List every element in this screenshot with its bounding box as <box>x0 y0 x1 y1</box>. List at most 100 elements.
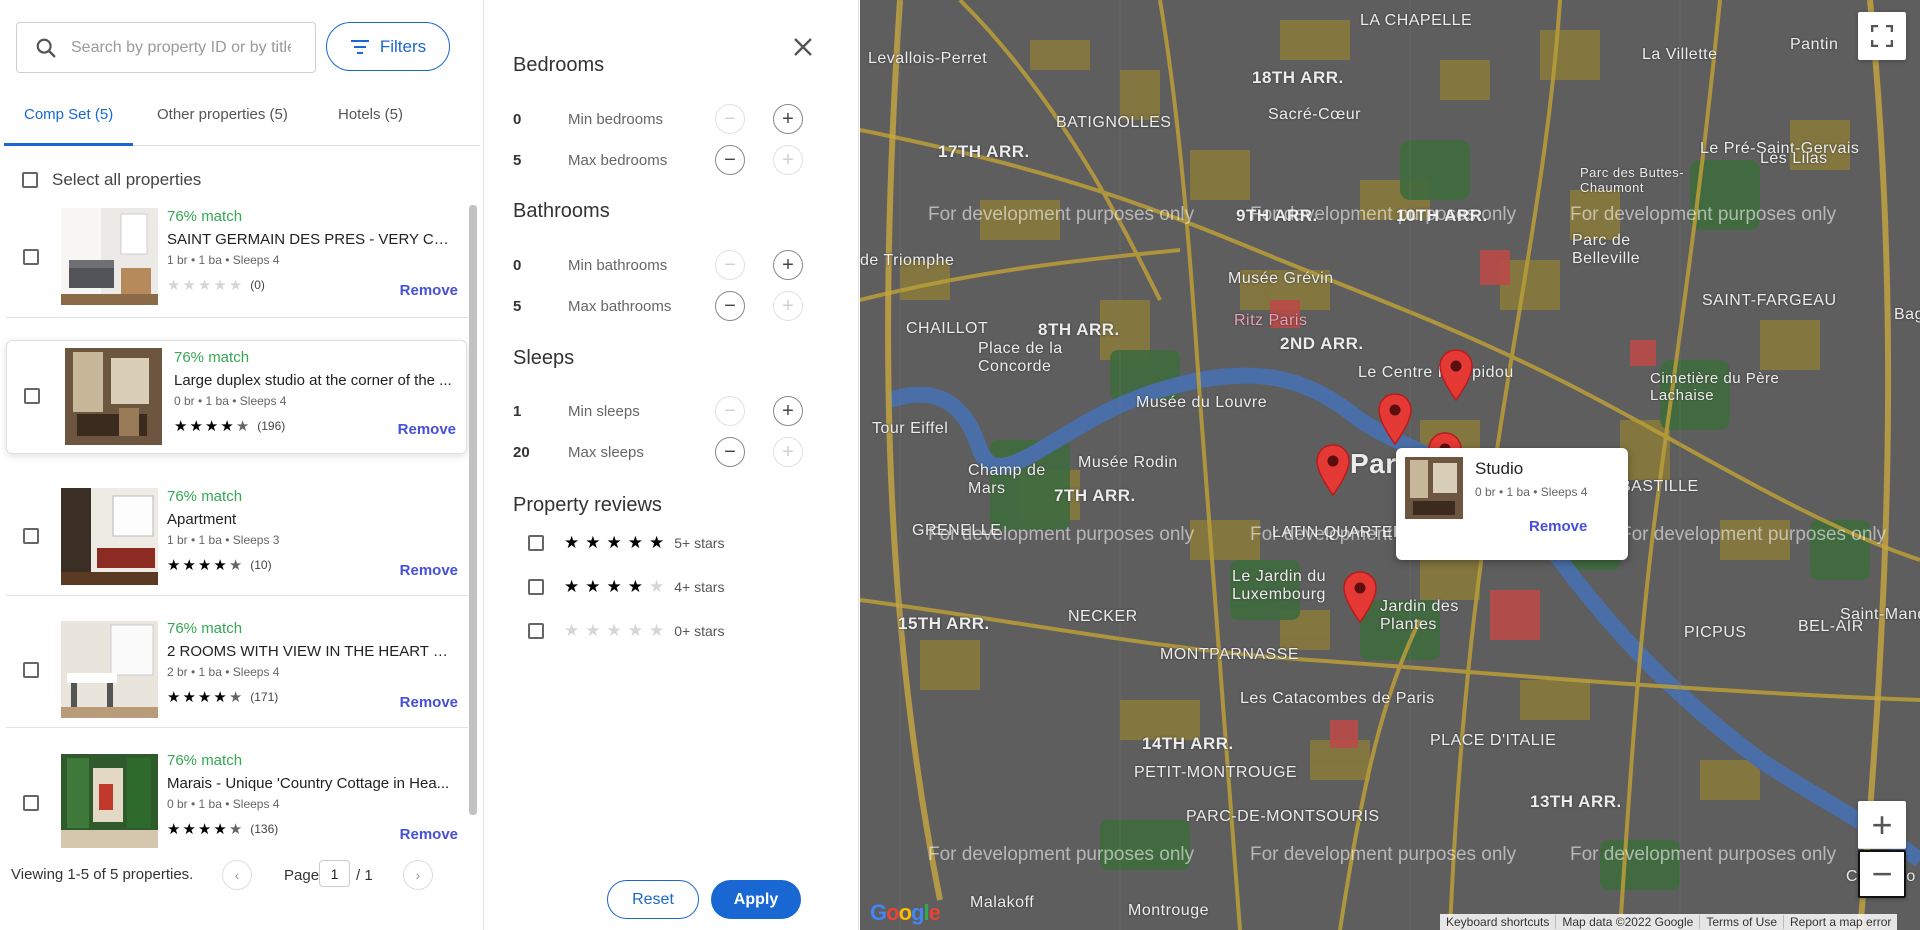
tab-hotels[interactable]: Hotels (5) <box>318 106 423 146</box>
prev-page-button[interactable]: ‹ <box>222 860 252 890</box>
map-label: Le Centre Pompidou <box>1358 364 1514 381</box>
tab-other-properties[interactable]: Other properties (5) <box>137 106 308 146</box>
map-label: Parc des Buttes-Chaumont <box>1580 165 1685 195</box>
map-info-popup[interactable]: Studio 0 br • 1 ba • Sleeps 4 Remove <box>1396 448 1628 560</box>
map-view[interactable]: LA CHAPELLE Levallois-Perret 18TH ARR. L… <box>860 0 1920 930</box>
map-watermark: For development purposes only <box>1570 204 1837 225</box>
map-pin-marker[interactable] <box>1439 349 1473 401</box>
review-option-5[interactable]: ★ ★ ★ ★ ★ 5+ stars <box>528 531 788 555</box>
select-all-row[interactable]: Select all properties <box>22 170 201 190</box>
property-title[interactable]: Large duplex studio at the corner of the… <box>174 372 464 389</box>
property-meta: 2 br • 1 ba • Sleeps 4 <box>167 665 280 679</box>
search-input[interactable] <box>71 38 291 57</box>
property-meta: 1 br • 1 ba • Sleeps 4 <box>167 253 280 267</box>
property-checkbox[interactable] <box>23 662 39 678</box>
remove-button[interactable]: Remove <box>398 421 456 438</box>
max-bathrooms-decrement[interactable]: − <box>715 291 745 321</box>
map-label: Tour Eiffel <box>872 420 949 437</box>
filter-icon <box>350 39 369 54</box>
property-checkbox[interactable] <box>23 528 39 544</box>
remove-button[interactable]: Remove <box>400 562 458 579</box>
max-bedrooms-increment[interactable]: + <box>773 145 803 175</box>
min-bedrooms-decrement[interactable]: − <box>715 104 745 134</box>
popup-meta: 0 br • 1 ba • Sleeps 4 <box>1475 485 1588 499</box>
remove-button[interactable]: Remove <box>400 282 458 299</box>
property-title[interactable]: Apartment <box>167 511 457 528</box>
max-sleeps-decrement[interactable]: − <box>715 437 745 467</box>
review-5-checkbox[interactable] <box>528 535 544 551</box>
min-bathrooms-row: 0 Min bathrooms − + <box>513 249 833 281</box>
terms-link[interactable]: Terms of Use <box>1699 915 1783 929</box>
next-page-button[interactable]: › <box>403 860 433 890</box>
search-box[interactable] <box>16 22 316 73</box>
property-checkbox[interactable] <box>24 388 40 404</box>
min-bathrooms-label: Min bathrooms <box>568 257 668 274</box>
map-label: La Villette <box>1642 46 1718 63</box>
max-sleeps-increment[interactable]: + <box>773 437 803 467</box>
map-watermark: For development purposes only <box>1250 844 1517 865</box>
page-input[interactable]: 1 <box>319 860 350 887</box>
map-label: NECKER <box>1068 608 1138 625</box>
min-bedrooms-row: 0 Min bedrooms − + <box>513 103 833 135</box>
min-bathrooms-decrement[interactable]: − <box>715 250 745 280</box>
scrollbar-thumb[interactable] <box>469 205 477 815</box>
property-title[interactable]: 2 ROOMS WITH VIEW IN THE HEART OF... <box>167 643 457 660</box>
review-0-checkbox[interactable] <box>528 623 544 639</box>
max-sleeps-label: Max sleeps <box>568 444 644 461</box>
map-label: 13TH ARR. <box>1530 792 1622 811</box>
zoom-in-button[interactable]: + <box>1858 801 1906 849</box>
map-label: Parc de Belleville <box>1572 232 1641 267</box>
map-label: 14TH ARR. <box>1142 734 1234 753</box>
keyboard-shortcuts-link[interactable]: Keyboard shortcuts <box>1440 915 1555 929</box>
remove-button[interactable]: Remove <box>400 826 458 843</box>
min-sleeps-decrement[interactable]: − <box>715 396 745 426</box>
zoom-out-button[interactable]: − <box>1858 850 1906 898</box>
close-filters-button[interactable] <box>793 30 813 62</box>
review-option-0[interactable]: ★ ★ ★ ★ ★ 0+ stars <box>528 619 788 643</box>
map-pin-marker[interactable] <box>1343 571 1377 623</box>
max-bathrooms-increment[interactable]: + <box>773 291 803 321</box>
reset-button[interactable]: Reset <box>607 880 699 919</box>
fullscreen-button[interactable] <box>1858 12 1906 60</box>
list-scrollbar[interactable] <box>469 205 477 815</box>
property-checkbox[interactable] <box>23 795 39 811</box>
max-bathrooms-label: Max bathrooms <box>568 298 672 315</box>
review-option-4[interactable]: ★ ★ ★ ★ ★ 4+ stars <box>528 575 788 599</box>
list-item[interactable]: 76% match SAINT GERMAIN DES PRES - VERY … <box>6 200 468 318</box>
report-error-link[interactable]: Report a map error <box>1783 915 1897 929</box>
max-bedrooms-value: 5 <box>513 152 522 169</box>
min-bedrooms-increment[interactable]: + <box>773 104 803 134</box>
map-pin-marker[interactable] <box>1378 393 1412 445</box>
filters-button[interactable]: Filters <box>326 22 450 71</box>
min-sleeps-increment[interactable]: + <box>773 396 803 426</box>
remove-button[interactable]: Remove <box>400 694 458 711</box>
popup-remove-button[interactable]: Remove <box>1529 518 1587 535</box>
apply-button[interactable]: Apply <box>711 880 801 919</box>
match-score: 76% match <box>174 349 250 366</box>
map-pin-marker[interactable] <box>1316 444 1350 496</box>
property-title[interactable]: Marais - Unique 'Country Cottage in Hea.… <box>167 775 457 792</box>
google-logo[interactable]: Google <box>870 900 941 926</box>
map-label: LA CHAPELLE <box>1360 12 1473 29</box>
map-label: SAINT-FARGEAU <box>1702 292 1837 309</box>
map-label: 8TH ARR. <box>1038 320 1120 339</box>
select-all-label: Select all properties <box>52 170 202 189</box>
max-bedrooms-decrement[interactable]: − <box>715 145 745 175</box>
map-label: Champ de Mars <box>968 462 1046 497</box>
property-title[interactable]: SAINT GERMAIN DES PRES - VERY CEN... <box>167 231 457 248</box>
match-score: 76% match <box>167 752 243 769</box>
bathrooms-heading: Bathrooms <box>513 200 610 222</box>
list-item[interactable]: 76% match Large duplex studio at the cor… <box>6 340 467 454</box>
list-item[interactable]: 76% match Apartment 1 br • 1 ba • Sleeps… <box>6 478 468 596</box>
property-thumbnail <box>65 348 162 445</box>
list-item[interactable]: 76% match 2 ROOMS WITH VIEW IN THE HEART… <box>6 610 468 728</box>
review-5-label: 5+ stars <box>674 535 725 551</box>
tab-comp-set[interactable]: Comp Set (5) <box>4 106 134 146</box>
list-item[interactable]: 76% match Marais - Unique 'Country Cotta… <box>6 742 468 848</box>
review-4-checkbox[interactable] <box>528 579 544 595</box>
map-label: 2ND ARR. <box>1280 334 1364 353</box>
select-all-checkbox[interactable] <box>22 172 38 188</box>
min-bathrooms-increment[interactable]: + <box>773 250 803 280</box>
five-star-icons: ★ ★ ★ ★ ★ <box>564 533 665 552</box>
property-checkbox[interactable] <box>23 249 39 265</box>
